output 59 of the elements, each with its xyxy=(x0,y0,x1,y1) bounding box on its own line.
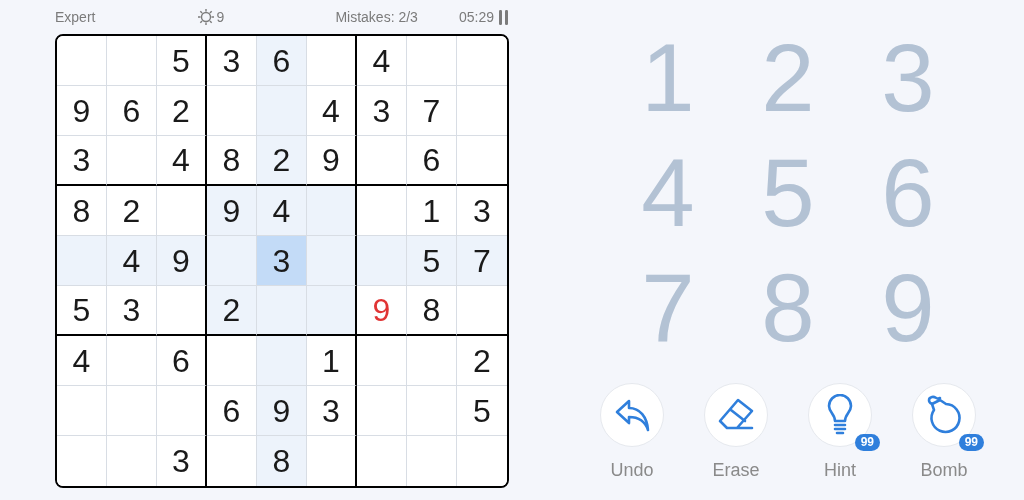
count-badge: 99 xyxy=(854,434,880,451)
sudoku-cell[interactable]: 3 xyxy=(357,86,407,136)
sudoku-cell[interactable]: 9 xyxy=(257,386,307,436)
tool-label: Hint xyxy=(824,459,856,482)
sudoku-cell[interactable]: 3 xyxy=(107,286,157,336)
sudoku-cell[interactable]: 3 xyxy=(207,36,257,86)
sudoku-cell[interactable]: 5 xyxy=(57,286,107,336)
mistakes-counter: Mistakes: 2/3 xyxy=(335,7,418,27)
sudoku-cell[interactable]: 6 xyxy=(407,136,457,186)
lightbulb-icon xyxy=(826,394,854,436)
sudoku-cell[interactable]: 9 xyxy=(207,186,257,236)
sudoku-cell[interactable]: 8 xyxy=(207,136,257,186)
sudoku-cell[interactable]: 6 xyxy=(107,86,157,136)
sudoku-cell[interactable]: 5 xyxy=(407,236,457,286)
sudoku-cell[interactable]: 4 xyxy=(57,336,107,386)
tool-label: Bomb xyxy=(920,459,968,482)
sudoku-cell[interactable] xyxy=(307,186,357,236)
sudoku-cell[interactable]: 2 xyxy=(207,286,257,336)
sudoku-cell[interactable]: 5 xyxy=(157,36,207,86)
sudoku-cell[interactable]: 8 xyxy=(57,186,107,236)
sudoku-cell[interactable]: 3 xyxy=(307,386,357,436)
count-badge: 99 xyxy=(958,434,984,451)
sudoku-cell[interactable]: 7 xyxy=(407,86,457,136)
sudoku-cell[interactable]: 8 xyxy=(407,286,457,336)
sudoku-cell[interactable]: 6 xyxy=(207,386,257,436)
sudoku-cell[interactable]: 4 xyxy=(107,236,157,286)
difficulty-label: Expert xyxy=(55,7,96,27)
sudoku-cell[interactable]: 6 xyxy=(257,36,307,86)
sudoku-cell[interactable] xyxy=(307,286,357,336)
score-count: 9 xyxy=(216,7,225,27)
sudoku-cell[interactable]: 8 xyxy=(257,436,307,486)
sudoku-cell[interactable] xyxy=(307,36,357,86)
sudoku-cell[interactable]: 9 xyxy=(307,136,357,186)
sudoku-cell[interactable]: 1 xyxy=(307,336,357,386)
sudoku-cell[interactable] xyxy=(307,236,357,286)
sudoku-cell[interactable]: 7 xyxy=(457,236,507,286)
sudoku-cell[interactable]: 4 xyxy=(257,186,307,236)
sudoku-cell[interactable] xyxy=(157,186,207,236)
sudoku-cell[interactable] xyxy=(157,286,207,336)
sudoku-cell[interactable]: 6 xyxy=(157,336,207,386)
sudoku-cell[interactable] xyxy=(157,386,207,436)
tool-label: Undo xyxy=(610,459,654,482)
sudoku-cell[interactable]: 2 xyxy=(257,136,307,186)
timer: 05:29 xyxy=(458,7,494,27)
sudoku-cell[interactable]: 9 xyxy=(157,236,207,286)
sudoku-cell[interactable]: 4 xyxy=(307,86,357,136)
sudoku-cell[interactable]: 1 xyxy=(407,186,457,236)
sudoku-cell[interactable]: 3 xyxy=(57,136,107,186)
sudoku-cell[interactable]: 2 xyxy=(157,86,207,136)
sun-icon xyxy=(196,8,215,26)
undo-icon xyxy=(613,397,651,433)
sudoku-cell[interactable]: 9 xyxy=(57,86,107,136)
pause-icon[interactable] xyxy=(499,9,508,25)
sudoku-cell[interactable]: 4 xyxy=(157,136,207,186)
sudoku-cell[interactable]: 4 xyxy=(357,36,407,86)
tool-label: Erase xyxy=(712,459,760,482)
sudoku-cell[interactable]: 2 xyxy=(107,186,157,236)
sudoku-cell[interactable]: 3 xyxy=(257,236,307,286)
sudoku-cell[interactable]: 9 xyxy=(357,286,407,336)
